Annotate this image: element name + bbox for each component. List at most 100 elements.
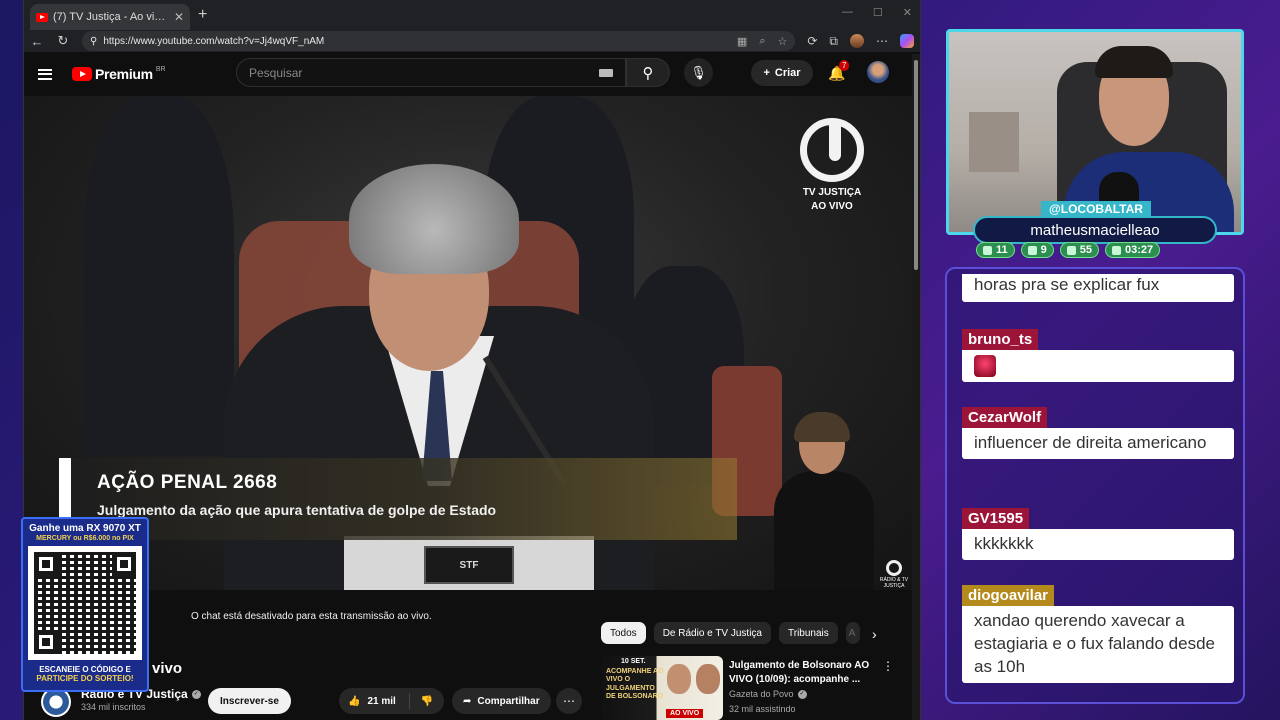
create-button[interactable]: + Criar xyxy=(751,60,813,86)
verified-icon: ✓ xyxy=(797,689,807,699)
sign-language-interpreter xyxy=(764,412,884,590)
qr-code-pattern xyxy=(34,552,136,654)
background-person xyxy=(84,96,234,456)
tab-title: (7) TV Justiça - Ao vivo - YouTube xyxy=(53,11,169,23)
chip-channel[interactable]: De Rádio e TV Justiça xyxy=(653,622,771,644)
new-tab-icon[interactable]: + xyxy=(198,6,207,24)
qr-finder xyxy=(112,552,136,576)
uptime-stat: 03:27 xyxy=(1105,242,1161,258)
lower-third-title: AÇÃO PENAL 2668 xyxy=(97,472,278,493)
url-text: https://www.youtube.com/watch?v=Jj4wqVF_… xyxy=(103,35,325,47)
interpreter-body xyxy=(774,471,874,590)
thumbnail-face xyxy=(667,664,691,694)
youtube-icon xyxy=(1027,245,1037,255)
hamburger-menu-icon[interactable] xyxy=(38,68,52,80)
page-scrollbar[interactable] xyxy=(912,54,920,720)
chat-disabled-message: O chat está desativado para esta transmi… xyxy=(191,611,432,622)
chevron-right-icon[interactable]: › xyxy=(872,626,877,642)
lower-third-subtitle: Julgamento da ação que apura tentativa d… xyxy=(97,502,497,518)
chip-all[interactable]: Todos xyxy=(601,622,646,644)
like-button[interactable]: 👍 21 mil xyxy=(339,693,410,709)
giveaway-title: Ganhe uma RX 9070 XT xyxy=(29,523,141,534)
voice-search-button[interactable]: 🎙 xyxy=(684,58,713,87)
back-icon[interactable]: ← xyxy=(30,34,44,49)
chip-more[interactable]: A xyxy=(845,622,860,644)
more-horiz-icon: ⋯ xyxy=(563,694,575,708)
extensions-icon[interactable]: ⟳ xyxy=(807,34,817,48)
dislike-button[interactable]: 👎 xyxy=(410,696,444,707)
streamer-name: matheusmacielleao xyxy=(973,216,1217,244)
giveaway-subtitle: MERCURY ou R$6.000 no PIX xyxy=(36,535,134,542)
apps-icon[interactable]: ▦ xyxy=(737,35,747,48)
browser-profile-avatar[interactable] xyxy=(850,34,864,48)
youtube-header: Premium BR Pesquisar ⚲ 🎙 + Criar 🔔 7 xyxy=(24,52,920,96)
recommendation-thumbnail[interactable]: ACOMPANHE AO VIVO O JULGAMENTO DE BOLSON… xyxy=(601,656,723,720)
corner-logo: RÁDIO & TV JUSTIÇA xyxy=(876,560,912,589)
account-avatar[interactable] xyxy=(867,61,889,83)
subscribe-button[interactable]: Inscrever-se xyxy=(208,688,291,714)
more-vert-icon[interactable]: ⋮ xyxy=(882,659,894,673)
chat-message-text: horas pra se explicar fux xyxy=(962,274,1234,302)
recommendation-viewers: 32 mil assistindo xyxy=(729,704,796,714)
menu-dots-icon[interactable]: ⋯ xyxy=(876,34,888,48)
chat-message: horas pra se explicar fux xyxy=(962,274,1234,302)
kick-icon xyxy=(1066,245,1076,255)
microphone-icon: 🎙 xyxy=(690,64,707,80)
reload-icon[interactable]: ↻ xyxy=(56,33,70,49)
close-tab-icon[interactable]: ✕ xyxy=(174,10,184,24)
tv-justica-logo: TV JUSTIÇA AO VIVO xyxy=(800,118,864,213)
site-info-icon[interactable]: ⚲ xyxy=(90,36,97,47)
search-placeholder: Pesquisar xyxy=(249,65,303,80)
more-actions-button[interactable]: ⋯ xyxy=(556,688,582,714)
chat-username: bruno_ts xyxy=(962,329,1039,350)
window-controls: — ☐ ✕ xyxy=(842,6,912,19)
tv-justica-logo-icon xyxy=(800,118,864,182)
thumbnail-live-badge: AO VIVO xyxy=(666,709,704,718)
collections-icon[interactable]: ⧉ xyxy=(829,34,838,49)
chip-tribunais[interactable]: Tribunais xyxy=(779,622,838,644)
minimize-icon[interactable]: — xyxy=(842,6,853,19)
stream-stats: 11 9 55 03:27 xyxy=(976,242,1161,258)
twitch-stat: 11 xyxy=(976,242,1015,258)
lower-third-banner: AÇÃO PENAL 2668 Julgamento da ação que a… xyxy=(59,458,737,540)
create-label: Criar xyxy=(774,67,801,79)
giveaway-footer-line1: ESCANEIE O CÓDIGO E xyxy=(39,665,131,674)
streamer-handle: @LOCOBALTAR xyxy=(1041,201,1151,218)
youtube-logo[interactable]: Premium BR xyxy=(72,66,166,82)
thumbnail-text: ACOMPANHE AO VIVO O JULGAMENTO DE BOLSON… xyxy=(606,668,664,701)
chat-username: CezarWolf xyxy=(962,407,1048,428)
url-field[interactable]: ⚲ https://www.youtube.com/watch?v=Jj4wqV… xyxy=(82,31,796,51)
keyboard-icon[interactable] xyxy=(599,68,613,77)
search-button[interactable]: ⚲ xyxy=(626,58,670,87)
below-video-area: O chat está desativado para esta transmi… xyxy=(24,590,912,720)
twitch-count: 11 xyxy=(996,244,1008,256)
youtube-count: 9 xyxy=(1040,244,1047,256)
judge-hair xyxy=(349,164,519,274)
twitch-icon xyxy=(983,245,992,255)
favorite-star-icon[interactable]: ☆ xyxy=(777,35,787,48)
scrollbar-thumb[interactable] xyxy=(914,60,918,270)
close-window-icon[interactable]: ✕ xyxy=(903,6,912,19)
share-label: Compartilhar xyxy=(477,695,540,707)
logo-region: BR xyxy=(155,65,166,73)
copilot-icon[interactable] xyxy=(900,34,914,48)
recommendation-title[interactable]: Julgamento de Bolsonaro AO VIVO (10/09):… xyxy=(729,659,874,686)
streamer-hair xyxy=(1095,46,1173,78)
search-icon: ⚲ xyxy=(642,64,654,82)
youtube-stat: 9 xyxy=(1020,242,1054,258)
youtube-play-icon xyxy=(72,67,92,81)
thumbnail-face xyxy=(696,664,720,694)
stf-plaque: STF xyxy=(424,546,514,584)
share-button[interactable]: ➦ Compartilhar xyxy=(452,688,551,714)
qr-code xyxy=(28,546,142,660)
chat-message-text: xandao querendo xavecar a estagiaria e o… xyxy=(962,606,1234,683)
maximize-icon[interactable]: ☐ xyxy=(873,6,883,19)
video-player[interactable]: STF TV JUSTIÇA AO VIVO AÇÃO PENAL 2668 J… xyxy=(24,96,912,590)
video-title: vivo xyxy=(152,660,183,677)
thumbnail-date: 10 SET. xyxy=(621,658,646,665)
zoom-icon[interactable]: ⌕ xyxy=(759,35,765,48)
recommendation-channel[interactable]: Gazeta do Povo ✓ xyxy=(729,689,807,699)
browser-tab[interactable]: (7) TV Justiça - Ao vivo - YouTube ✕ xyxy=(30,4,190,30)
search-input[interactable]: Pesquisar xyxy=(236,58,626,87)
clock-icon xyxy=(1112,245,1122,255)
